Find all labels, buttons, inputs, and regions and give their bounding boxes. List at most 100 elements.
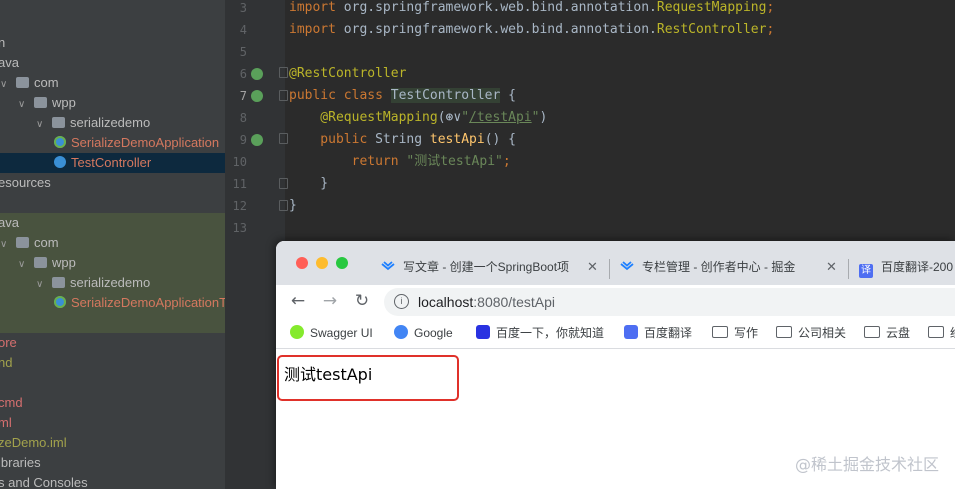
tree-node[interactable]: ∨ com (0, 233, 225, 253)
line-number: 11 (232, 177, 247, 191)
tree-node[interactable]: ibraries (0, 453, 225, 473)
expand-chevron-icon[interactable]: ∨ (36, 115, 46, 135)
line-number: 12 (232, 199, 247, 213)
bookmark-item[interactable]: Google (394, 323, 453, 343)
tree-node-label: n (0, 35, 6, 50)
bookmark-item[interactable]: 公司相关 (776, 323, 846, 343)
spring-boot-class-icon (54, 136, 66, 148)
expand-chevron-icon[interactable]: ∨ (18, 95, 28, 115)
code-line: import org.springframework.web.bind.anno… (289, 0, 774, 19)
package-icon (52, 117, 65, 128)
reload-icon[interactable]: ↻ (352, 291, 372, 311)
bookmark-label: 公司相关 (798, 326, 847, 340)
fold-marker-icon[interactable] (279, 133, 288, 144)
tree-node[interactable]: ore (0, 333, 225, 353)
fold-marker-icon[interactable] (279, 200, 288, 211)
code-token: TestController (390, 88, 501, 103)
tree-node-label: com (34, 235, 59, 250)
spring-bean-gutter-icon[interactable] (251, 68, 263, 80)
tree-node[interactable] (0, 373, 225, 393)
tab-baidu-fanyi[interactable]: 译百度翻译-200 (859, 249, 955, 285)
tree-node[interactable]: zeDemo.iml (0, 433, 225, 453)
bookmarks-bar: Swagger UI Google 百度一下，你就知道 百度翻译 写作 公司相关 云盘 经 (276, 319, 955, 349)
code-token: String (375, 132, 430, 147)
tree-node[interactable]: ava (0, 213, 225, 233)
tree-node-label: ml (0, 415, 12, 430)
address-bar[interactable]: i localhost:8080/testApi (384, 288, 955, 316)
bookmark-item[interactable]: 百度一下，你就知道 (476, 323, 604, 343)
code-token: class (343, 88, 391, 103)
line-number: 3 (239, 1, 247, 15)
tree-node[interactable] (0, 193, 225, 213)
juejin-icon (381, 261, 395, 271)
tree-node[interactable]: TestController (0, 153, 225, 173)
tree-node[interactable]: nd (0, 353, 225, 373)
code-token: " (461, 110, 470, 125)
tree-node-label: serializedemo (70, 275, 151, 290)
tree-node-label: TestController (71, 155, 152, 170)
tree-node[interactable]: SerializeDemoApplication (0, 133, 225, 153)
bookmark-label: 写作 (734, 326, 759, 340)
site-info-icon[interactable]: i (394, 294, 409, 309)
bookmark-item[interactable]: 经 (928, 323, 955, 343)
folder-icon (712, 326, 728, 338)
tree-node[interactable]: esources (0, 173, 225, 193)
package-icon (34, 257, 47, 268)
maximize-window-button[interactable] (336, 257, 348, 269)
back-arrow-icon[interactable]: ← (288, 291, 308, 311)
expand-chevron-icon[interactable]: ∨ (0, 75, 10, 95)
code-token: } (289, 198, 297, 213)
line-number: 4 (239, 23, 247, 37)
fold-marker-icon[interactable] (279, 90, 288, 101)
bookmark-item[interactable]: 写作 (712, 323, 758, 343)
code-line: @RestController (289, 63, 406, 85)
bookmark-item[interactable]: 云盘 (864, 323, 910, 343)
browser-toolbar: ← → ↻ i localhost:8080/testApi (276, 285, 955, 319)
tree-node[interactable]: ∨ serializedemo (0, 113, 225, 133)
code-token: ⊛∨ (445, 110, 462, 125)
tree-node[interactable]: ∨ wpp (0, 93, 225, 113)
code-line: return "测试testApi"; (289, 151, 511, 173)
tab-separator (848, 259, 849, 279)
tree-node[interactable]: ∨ com (0, 73, 225, 93)
fold-marker-icon[interactable] (279, 67, 288, 78)
tab-column-management[interactable]: 专栏管理 - 创作者中心 - 掘金 ✕ (620, 249, 840, 285)
tree-node[interactable]: ml (0, 413, 225, 433)
code-line: public String testApi() { (289, 129, 516, 151)
minimize-window-button[interactable] (316, 257, 328, 269)
code-token: () { (484, 132, 516, 147)
close-tab-icon[interactable]: ✕ (587, 249, 598, 285)
line-number: 7 (239, 89, 247, 103)
bookmark-item[interactable]: 百度翻译 (624, 323, 692, 343)
tab-write-article[interactable]: 写文章 - 创建一个SpringBoot项 ✕ (381, 249, 601, 285)
close-window-button[interactable] (296, 257, 308, 269)
tree-node[interactable] (0, 313, 225, 333)
bookmark-item[interactable]: Swagger UI (290, 323, 373, 343)
tree-node-label: SerializeDemoApplication (71, 135, 220, 150)
line-number: 6 (239, 67, 247, 81)
tree-node[interactable]: SerializeDemoApplicationT (0, 293, 225, 313)
code-line: @RequestMapping(⊛∨"/testApi") (289, 107, 547, 129)
tree-node[interactable]: ∨ wpp (0, 253, 225, 273)
close-tab-icon[interactable]: ✕ (826, 249, 837, 285)
fold-marker-icon[interactable] (279, 178, 288, 189)
expand-chevron-icon[interactable]: ∨ (0, 235, 10, 255)
tree-node[interactable]: n (0, 33, 225, 53)
code-token: import (289, 0, 344, 15)
tree-node[interactable]: s and Consoles (0, 473, 225, 489)
bookmark-label: 云盘 (886, 326, 911, 340)
spring-bean-gutter-icon[interactable] (251, 134, 263, 146)
tree-node[interactable]: ava (0, 53, 225, 73)
folder-icon (864, 326, 880, 338)
tree-node-label: ore (0, 335, 17, 350)
tree-node[interactable]: ∨ serializedemo (0, 273, 225, 293)
forward-arrow-icon[interactable]: → (320, 291, 340, 311)
expand-chevron-icon[interactable]: ∨ (18, 255, 28, 275)
tree-node-label: zeDemo.iml (0, 435, 67, 450)
code-token: } (289, 176, 329, 191)
expand-chevron-icon[interactable]: ∨ (36, 275, 46, 295)
tree-node-label: wpp (52, 255, 76, 270)
page-content: 测试testApi @稀土掘金技术社区 (276, 349, 955, 489)
spring-bean-gutter-icon[interactable] (251, 90, 263, 102)
tree-node[interactable]: cmd (0, 393, 225, 413)
